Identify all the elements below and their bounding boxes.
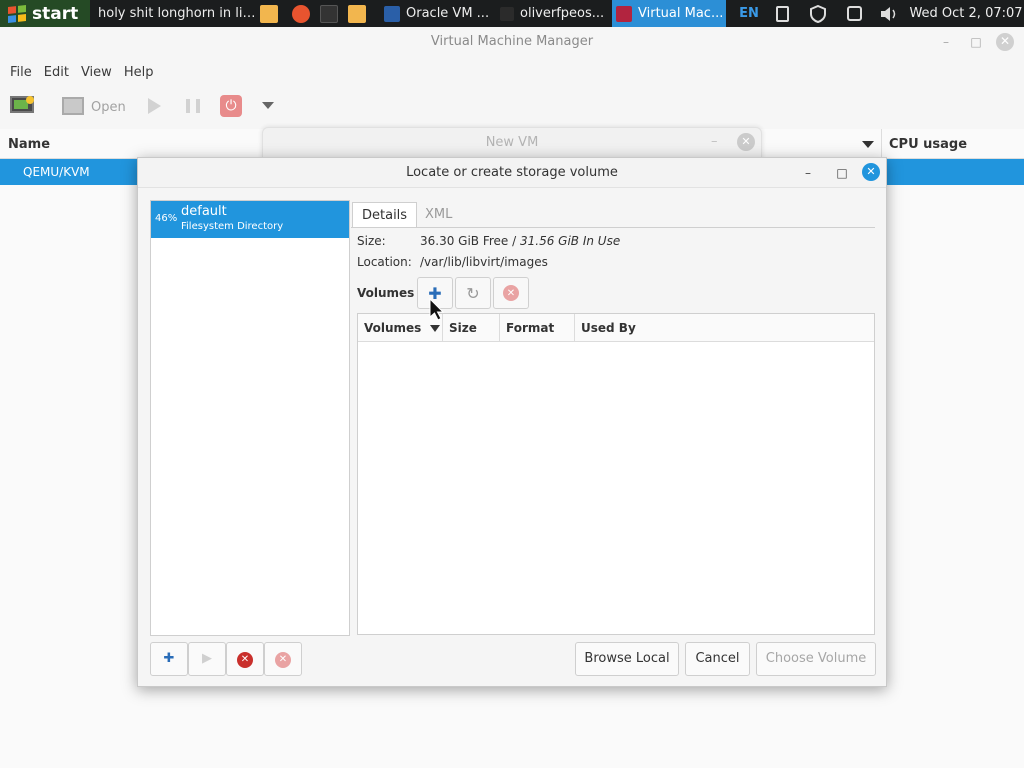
notification-icon[interactable] — [842, 0, 866, 27]
close-icon[interactable]: ✕ — [737, 133, 755, 151]
tab-details[interactable]: Details — [352, 202, 418, 228]
column-divider — [881, 129, 882, 159]
open-button[interactable]: Open — [91, 100, 126, 115]
column-name[interactable]: Name — [8, 137, 50, 152]
taskbar-item-virt-manager[interactable]: Virtual Mac... — [612, 0, 726, 27]
choose-volume-button[interactable]: Choose Volume — [756, 642, 876, 676]
delete-icon: ✕ — [275, 652, 291, 668]
stop-pool-button[interactable]: ✕ — [226, 642, 264, 676]
menubar: File Edit View Help — [0, 57, 1024, 87]
cancel-button[interactable]: Cancel — [685, 642, 750, 676]
close-icon[interactable]: ✕ — [862, 163, 880, 181]
terminal-icon — [500, 6, 514, 21]
minimize-icon[interactable]: – — [938, 34, 954, 50]
minimize-icon[interactable]: – — [800, 165, 816, 181]
start-button[interactable]: start — [0, 0, 90, 27]
delete-pool-button[interactable]: ✕ — [264, 642, 302, 676]
taskbar-item-terminal-session[interactable]: oliverfpeos... — [500, 0, 610, 27]
column-cpu-usage[interactable]: CPU usage — [889, 137, 967, 152]
virt-manager-icon — [616, 5, 632, 22]
minimize-icon[interactable]: – — [711, 134, 718, 149]
menu-help[interactable]: Help — [118, 65, 160, 80]
language-indicator[interactable]: EN — [736, 0, 762, 27]
browse-local-button[interactable]: Browse Local — [575, 642, 679, 676]
main-window-titlebar[interactable]: Virtual Machine Manager – □ ✕ — [0, 27, 1024, 57]
storage-pool-list: 46% default Filesystem Directory — [150, 200, 350, 636]
dialog-titlebar[interactable]: Locate or create storage volume – □ ✕ — [138, 158, 886, 188]
storage-volume-dialog: Locate or create storage volume – □ ✕ 46… — [137, 157, 887, 687]
column-used-by[interactable]: Used By — [575, 314, 874, 342]
tab-xml[interactable]: XML — [416, 202, 461, 228]
size-label: Size: — [357, 234, 386, 248]
clipboard-icon[interactable] — [770, 0, 794, 27]
pool-usage-percent: 46% — [155, 213, 178, 224]
pool-name: default — [181, 204, 227, 219]
add-pool-button[interactable]: ✚ — [150, 642, 188, 676]
column-size[interactable]: Size — [443, 314, 500, 342]
taskbar-item-folder[interactable] — [348, 0, 372, 27]
delete-icon: ✕ — [503, 285, 519, 301]
storage-pool-item[interactable]: 46% default Filesystem Directory — [151, 201, 349, 238]
maximize-icon[interactable]: □ — [968, 34, 984, 50]
virtualbox-icon — [384, 5, 400, 22]
run-icon[interactable] — [148, 98, 161, 114]
refresh-volumes-button[interactable]: ↻ — [455, 277, 491, 309]
folder-icon — [348, 4, 366, 23]
shutdown-icon[interactable]: ⏻ — [220, 95, 242, 117]
terminal-icon — [320, 4, 338, 23]
sort-arrow-icon — [429, 325, 440, 332]
location-label: Location: — [357, 255, 412, 269]
pause-icon[interactable] — [186, 99, 200, 113]
panel-divider — [351, 227, 875, 228]
shutdown-menu-arrow-icon[interactable] — [262, 102, 274, 109]
menu-edit[interactable]: Edit — [38, 65, 75, 80]
column-format[interactable]: Format — [500, 314, 575, 342]
monitor-icon — [62, 97, 84, 115]
stop-icon: ✕ — [237, 652, 253, 668]
taskbar-item-browser-tab[interactable]: holy shit longhorn in linux — [92, 0, 256, 27]
volume-icon[interactable] — [876, 0, 902, 27]
size-value: 36.30 GiB Free / 31.56 GiB In Use — [420, 234, 620, 248]
volumes-label: Volumes — [357, 286, 415, 300]
folder-icon — [260, 4, 278, 23]
play-icon: ▶ — [202, 651, 212, 666]
delete-volume-button[interactable]: ✕ — [493, 277, 529, 309]
location-value: /var/lib/libvirt/images — [420, 255, 548, 269]
close-icon[interactable]: ✕ — [996, 33, 1014, 51]
main-toolbar: Open ⏻ — [0, 87, 1024, 129]
plus-icon: ✚ — [163, 651, 175, 666]
volumes-table: Volumes Size Format Used By — [357, 313, 875, 635]
taskbar: start holy shit longhorn in linux Oracle… — [0, 0, 1024, 27]
clock[interactable]: Wed Oct 2, 07:07 — [908, 0, 1024, 27]
shield-icon[interactable] — [806, 0, 830, 27]
menu-view[interactable]: View — [75, 65, 118, 80]
start-pool-button[interactable]: ▶ — [188, 642, 226, 676]
sort-arrow-icon[interactable] — [862, 141, 874, 148]
taskbar-item-terminal[interactable] — [320, 0, 344, 27]
taskbar-item-virtualbox[interactable]: Oracle VM ... — [384, 0, 494, 27]
pool-type: Filesystem Directory — [181, 221, 284, 232]
new-vm-icon[interactable] — [10, 96, 36, 118]
size-free: 36.30 GiB Free / — [420, 234, 520, 248]
taskbar-item-files[interactable] — [258, 0, 282, 27]
details-panel: Size: 36.30 GiB Free / 31.56 GiB In Use … — [351, 227, 875, 635]
taskbar-item-app[interactable] — [292, 0, 316, 27]
menu-file[interactable]: File — [4, 65, 38, 80]
ubuntu-icon — [292, 4, 310, 23]
refresh-icon: ↻ — [466, 283, 480, 303]
windows-logo-icon — [8, 4, 26, 23]
size-in-use: 31.56 GiB In Use — [519, 234, 621, 248]
mouse-cursor-icon — [429, 298, 445, 321]
maximize-icon[interactable]: □ — [834, 165, 850, 181]
